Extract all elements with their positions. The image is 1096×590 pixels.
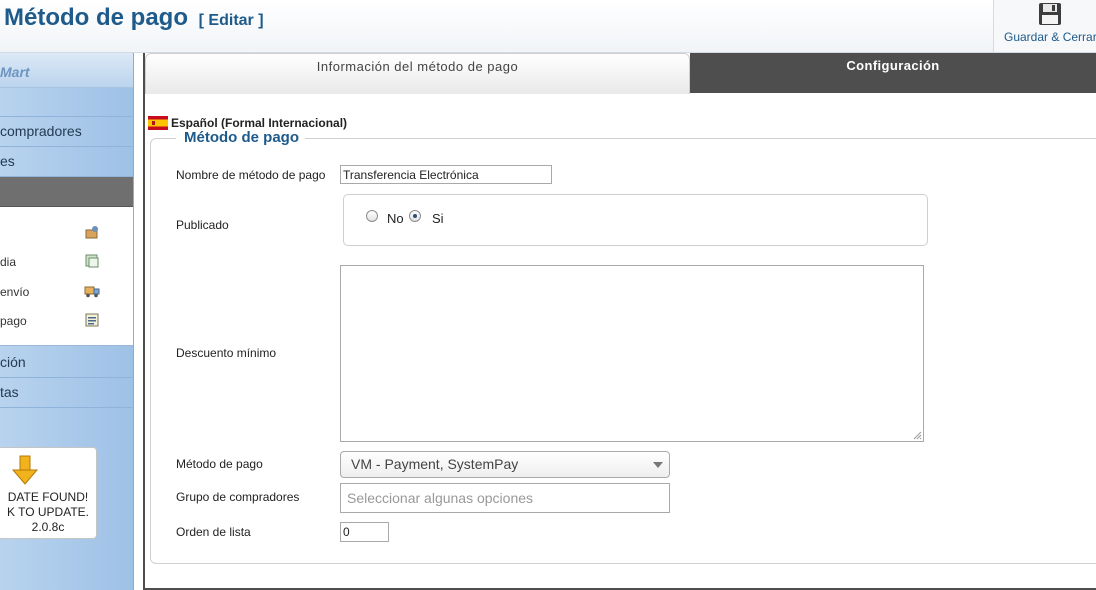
content-left-border (143, 53, 145, 590)
published-yes-radio[interactable] (409, 210, 421, 222)
chevron-down-icon (653, 462, 663, 468)
payment-method-value: VM - Payment, SystemPay (351, 456, 519, 472)
submenu-item-shipping[interactable]: envío (0, 280, 133, 304)
sidebar-item-label: es (0, 153, 15, 169)
page-title: Método de pago [ Editar ] (4, 4, 264, 32)
tab-bar: Información del método de pago Configura… (145, 53, 1096, 94)
sidebar-logo[interactable]: Mart (0, 53, 133, 88)
update-found-text: DATE FOUND! (7, 490, 89, 504)
submenu-item-label: pago (0, 314, 27, 328)
edit-label: [ Editar ] (198, 12, 264, 29)
update-notice[interactable]: DATE FOUND! K TO UPDATE. 2.0.8c (0, 447, 97, 539)
shopper-group-label: Grupo de compradores (176, 490, 300, 504)
sidebar-item-label: ción (0, 354, 26, 370)
download-arrow-icon (11, 455, 39, 485)
sidebar-item-tools[interactable]: tas (0, 378, 133, 408)
sidebar-item-label: tas (0, 384, 19, 400)
fieldset-legend: Método de pago (176, 129, 305, 146)
sidebar-item-orders[interactable]: es (0, 147, 133, 177)
tab-payment-info[interactable]: Información del método de pago (145, 53, 690, 94)
submenu-item-payment[interactable]: pago (0, 309, 133, 333)
click-to-update-text: K TO UPDATE. (6, 505, 90, 519)
published-radio-group (343, 194, 928, 246)
submenu-item-label: envío (0, 285, 30, 299)
payment-method-select[interactable]: VM - Payment, SystemPay (340, 451, 670, 478)
spain-flag-icon (148, 116, 168, 130)
payment-method-label: Método de pago (176, 457, 263, 471)
published-label: Publicado (176, 218, 229, 232)
page-title-text: Método de pago (4, 4, 188, 31)
header: Método de pago [ Editar ] Guardar & Cerr… (0, 0, 1096, 53)
sidebar-item-home[interactable] (0, 87, 133, 117)
shopper-group-multiselect[interactable]: Seleccionar algunas opciones (340, 483, 670, 513)
submenu-item-media[interactable]: dia (0, 250, 133, 274)
shipping-truck-icon (84, 286, 100, 298)
published-yes-label[interactable]: Si (432, 211, 444, 226)
payment-name-input[interactable]: Transferencia Electrónica (340, 165, 552, 184)
sidebar-item-label: compradores (0, 123, 82, 139)
sidebar-item-shoppers[interactable]: compradores (0, 117, 133, 147)
resize-grip-icon[interactable] (913, 431, 922, 440)
order-input[interactable]: 0 (340, 522, 389, 542)
published-no-radio[interactable] (366, 210, 378, 222)
sidebar-submenu: dia envío pago (0, 207, 133, 346)
payment-list-icon (85, 313, 99, 327)
save-close-button[interactable]: Guardar & Cerrar (993, 0, 1096, 52)
name-label: Nombre de método de pago (176, 168, 326, 182)
product-icon (85, 226, 98, 239)
sidebar-item-configuration[interactable]: ción (0, 348, 133, 378)
save-close-label: Guardar & Cerrar (1004, 30, 1096, 44)
order-label: Orden de lista (176, 525, 251, 539)
sidebar: Mart compradores es dia envío pago ción … (0, 53, 134, 590)
logo-text: Mart (0, 64, 30, 80)
submenu-item-label: dia (0, 255, 17, 269)
submenu-item-products[interactable] (0, 221, 133, 245)
published-no-label[interactable]: No (387, 211, 404, 226)
min-discount-label: Descuento mínimo (176, 346, 277, 360)
sidebar-item-active-section[interactable] (0, 177, 133, 207)
media-icon (85, 254, 99, 268)
save-disk-icon (1039, 3, 1061, 25)
update-version: 2.0.8c (31, 520, 65, 534)
tab-configuration[interactable]: Configuración (690, 53, 1096, 93)
min-discount-textarea[interactable] (340, 265, 924, 442)
